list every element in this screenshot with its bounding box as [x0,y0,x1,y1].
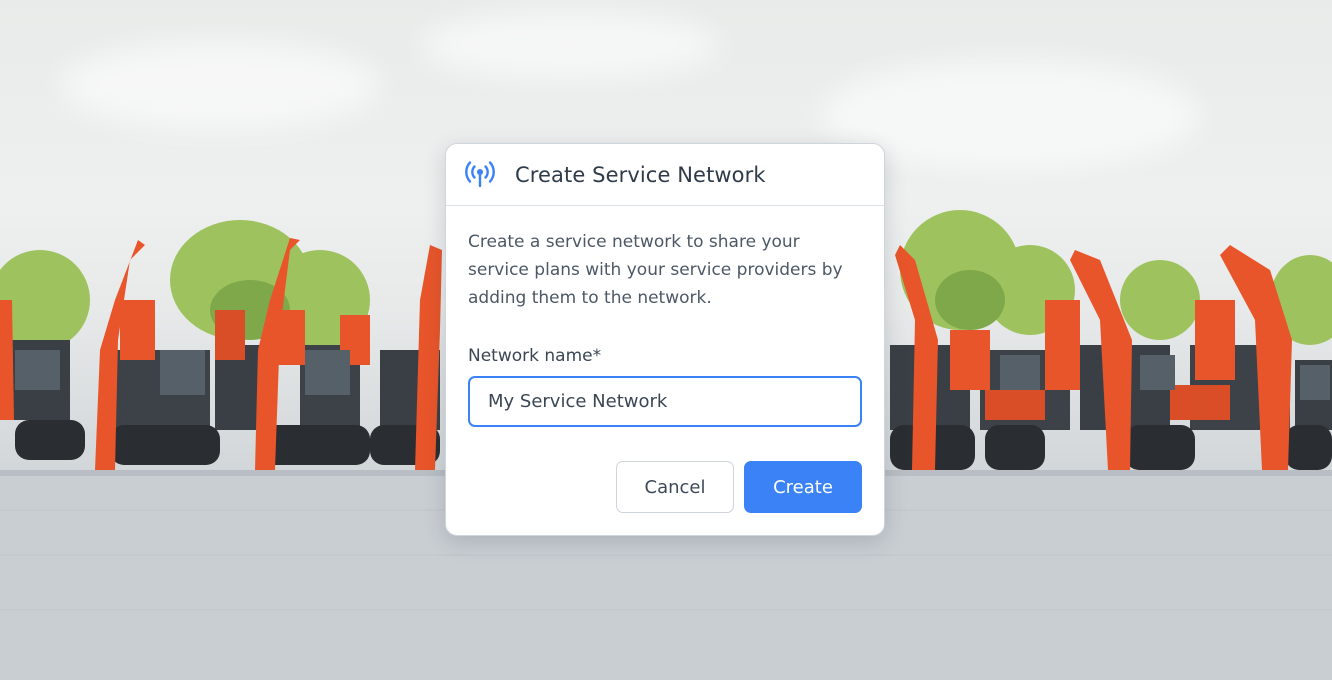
network-name-label: Network name* [468,346,602,366]
dialog-actions: Cancel Create [616,461,862,513]
network-name-input[interactable] [468,376,862,427]
dialog-title: Create Service Network [515,162,766,187]
create-service-network-dialog: Create Service Network Create a service … [445,143,885,536]
dialog-header: Create Service Network [446,144,884,206]
background-scene: Create Service Network Create a service … [0,0,1332,680]
dialog-body: Create a service network to share your s… [446,206,884,427]
broadcast-antenna-icon [464,159,496,191]
create-button[interactable]: Create [744,461,862,513]
cancel-button[interactable]: Cancel [616,461,734,513]
dialog-description: Create a service network to share your s… [468,232,843,308]
